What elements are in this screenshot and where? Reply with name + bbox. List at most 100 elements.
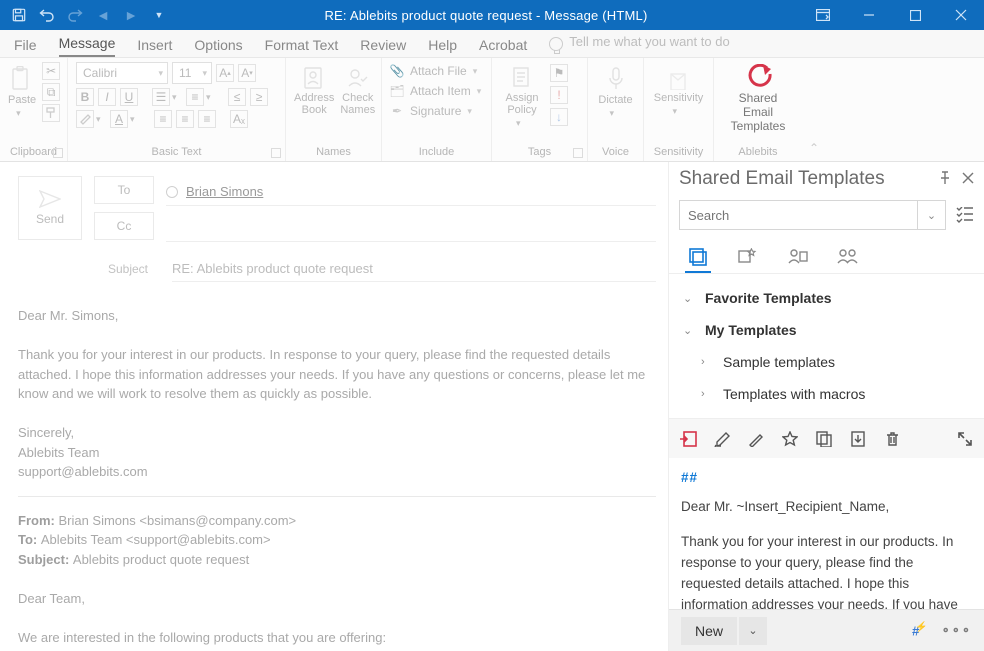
templates-tree: ⌄Favorite Templates ⌄My Templates ›Sampl… [669, 274, 984, 418]
attach-item-icon: 🗂 [390, 84, 404, 98]
back-icon: ◄ [90, 0, 116, 30]
numbering-button[interactable]: ≡ [186, 88, 204, 106]
copy-template-icon[interactable] [815, 430, 833, 448]
save-icon[interactable] [6, 0, 32, 30]
tree-my-templates[interactable]: ⌄My Templates [675, 314, 978, 346]
tree-templates-with-macros[interactable]: ›Templates with macros [675, 378, 978, 410]
clipboard-launcher[interactable] [53, 148, 63, 158]
tab-favorites[interactable] [737, 242, 759, 272]
tab-teams[interactable] [837, 242, 859, 272]
increase-indent-icon[interactable]: ≥ [250, 88, 268, 106]
align-right-icon[interactable]: ≡ [198, 110, 216, 128]
tab-file[interactable]: File [14, 37, 37, 57]
favorite-icon[interactable] [781, 430, 799, 448]
pane-title: Shared Email Templates [679, 168, 885, 190]
tags-launcher[interactable] [573, 148, 583, 158]
tab-message[interactable]: Message [59, 35, 116, 57]
italic-button[interactable]: I [98, 88, 116, 106]
message-body[interactable]: Dear Mr. Simons, Thank you for your inte… [18, 306, 656, 651]
edit-in-editor-icon[interactable] [713, 430, 731, 448]
format-painter-icon[interactable] [42, 104, 60, 122]
bold-button[interactable]: B [76, 88, 94, 106]
search-box[interactable]: ⌄ [679, 200, 946, 230]
cc-button[interactable]: Cc [94, 212, 154, 240]
maximize-icon[interactable] [892, 0, 938, 30]
insert-template-icon[interactable] [679, 430, 697, 448]
low-importance-icon[interactable]: ↓ [550, 108, 568, 126]
font-family-select[interactable]: Calibri [76, 62, 168, 84]
signature-button[interactable]: ✒Signature▾ [390, 104, 481, 118]
download-icon[interactable] [849, 430, 867, 448]
clear-formatting-icon[interactable]: Aₓ [230, 110, 248, 128]
send-button[interactable]: Send [18, 176, 82, 240]
decrease-font-icon[interactable]: A▾ [238, 64, 256, 82]
chevron-right-icon: › [701, 388, 713, 400]
follow-up-icon[interactable]: ⚑ [550, 64, 568, 82]
tab-shared[interactable] [787, 242, 809, 272]
bullets-button[interactable]: ☰ [152, 88, 170, 106]
basictext-launcher[interactable] [271, 148, 281, 158]
paste-button[interactable]: Paste ▾ [8, 62, 36, 119]
select-mode-icon[interactable] [956, 207, 974, 223]
sensitivity-button[interactable]: Sensitivity▾ [652, 62, 705, 117]
tell-me-search[interactable]: Tell me what you want to do [549, 34, 729, 57]
chevron-right-icon: › [701, 356, 713, 368]
more-options-icon[interactable]: ∘∘∘ [942, 622, 972, 638]
forward-icon: ► [118, 0, 144, 30]
new-dropdown-icon[interactable]: ⌄ [739, 617, 767, 645]
template-toolbar [669, 418, 984, 458]
address-book-button[interactable]: Address Book [294, 62, 334, 116]
quick-access-toolbar: ◄ ► ▼ [0, 0, 172, 30]
tree-sample-templates[interactable]: ›Sample templates [675, 346, 978, 378]
template-preview: ## Dear Mr. ~Insert_Recipient_Name, Than… [669, 458, 984, 609]
to-field[interactable]: Brian Simons [166, 178, 656, 206]
cc-field[interactable] [166, 214, 656, 242]
new-template-button[interactable]: New ⌄ [681, 617, 767, 645]
tab-acrobat[interactable]: Acrobat [479, 37, 527, 57]
high-importance-icon[interactable]: ! [550, 86, 568, 104]
align-center-icon[interactable]: ≡ [176, 110, 194, 128]
pin-icon[interactable] [938, 171, 952, 188]
close-window-icon[interactable] [938, 0, 984, 30]
font-color-button[interactable]: A [110, 110, 128, 128]
chevron-down-icon: ⌄ [683, 292, 695, 305]
tab-all-templates[interactable] [687, 242, 709, 272]
redo-icon[interactable] [62, 0, 88, 30]
tree-favorite-templates[interactable]: ⌄Favorite Templates [675, 282, 978, 314]
highlight-button[interactable] [76, 110, 94, 128]
minimize-icon[interactable] [846, 0, 892, 30]
edit-icon[interactable] [747, 430, 765, 448]
undo-icon[interactable] [34, 0, 60, 30]
increase-font-icon[interactable]: A▴ [216, 64, 234, 82]
copy-icon[interactable]: ⧉ [42, 83, 60, 101]
underline-button[interactable]: U [120, 88, 138, 106]
search-dropdown-icon[interactable]: ⌄ [917, 201, 945, 229]
window-title: RE: Ablebits product quote request - Mes… [172, 8, 800, 23]
font-size-select[interactable]: 11 [172, 62, 212, 84]
tab-format-text[interactable]: Format Text [265, 37, 339, 57]
dictate-button[interactable]: Dictate▾ [596, 62, 635, 119]
tab-help[interactable]: Help [428, 37, 457, 57]
tab-review[interactable]: Review [360, 37, 406, 57]
expand-icon[interactable] [956, 430, 974, 448]
cut-icon[interactable]: ✂ [42, 62, 60, 80]
close-pane-icon[interactable] [962, 171, 974, 188]
attach-item-button[interactable]: 🗂Attach Item▾ [390, 84, 481, 98]
subject-field[interactable]: RE: Ablebits product quote request [172, 256, 656, 282]
attach-file-button[interactable]: 📎Attach File▾ [390, 64, 481, 78]
search-input[interactable] [680, 201, 917, 229]
delete-icon[interactable] [883, 430, 901, 448]
tab-options[interactable]: Options [194, 37, 242, 57]
qat-customize-icon[interactable]: ▼ [146, 0, 172, 30]
check-names-button[interactable]: Check Names [340, 62, 375, 116]
tab-insert[interactable]: Insert [137, 37, 172, 57]
recipient-chip[interactable]: Brian Simons [186, 184, 263, 199]
assign-policy-button[interactable]: Assign Policy▾ [500, 62, 544, 129]
align-left-icon[interactable]: ≡ [154, 110, 172, 128]
shared-email-templates-button[interactable]: Shared Email Templates [722, 62, 794, 133]
to-button[interactable]: To [94, 176, 154, 204]
decrease-indent-icon[interactable]: ≤ [228, 88, 246, 106]
ribbon-display-icon[interactable] [800, 0, 846, 30]
macros-icon[interactable]: #⚡ [912, 622, 928, 638]
collapse-ribbon-icon[interactable]: ⌃ [802, 58, 826, 161]
